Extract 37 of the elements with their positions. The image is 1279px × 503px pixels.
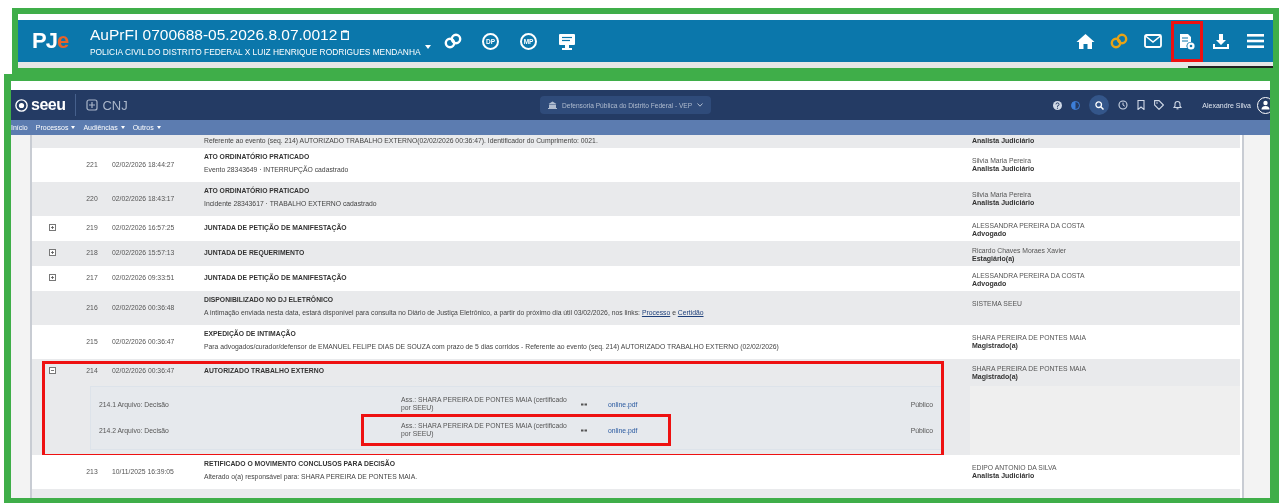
person-icon [1261,100,1270,110]
search-icon [1094,100,1104,110]
search-button[interactable] [1089,95,1110,115]
expand-icon[interactable] [48,249,56,256]
building-icon [548,101,557,109]
download-icon[interactable] [1212,32,1230,50]
home-icon[interactable] [1075,33,1095,49]
case-parties: POLICIA CIVIL DO DISTRITO FEDERAL X LUIZ HENRIQUE RODRIGUES MENDANHA [90,46,421,57]
org-name: CNJ [102,97,128,113]
menu-icon[interactable] [1246,34,1264,48]
caret-icon[interactable] [424,44,431,49]
pje-logo[interactable]: PJe [32,28,90,54]
link-icon[interactable] [443,33,462,49]
chain-link-icon [581,402,587,406]
collapse-icon[interactable] [48,367,56,374]
target-icon[interactable] [15,98,28,112]
caret-icon [71,126,76,129]
chevron-icon [697,103,704,107]
caret-icon [156,126,161,129]
mail-icon[interactable] [1144,34,1162,48]
emblem-icon [86,99,99,111]
app-logo[interactable]: seeu [31,96,66,114]
document-gear-icon[interactable] [1179,32,1195,50]
contrast-icon[interactable] [1071,100,1081,110]
bell-icon[interactable] [1173,100,1183,110]
history-icon[interactable] [1118,100,1129,110]
clipboard-icon[interactable] [341,29,350,40]
expand-icon[interactable] [48,224,56,231]
toolbar-button[interactable] [1171,20,1203,62]
case-title: AuPrFI 0700688-05.2026.8.07.0012 [90,25,338,44]
caret-icon [120,126,125,129]
tag-icon[interactable] [1154,100,1165,110]
bookmark-icon[interactable] [1137,100,1146,110]
monitor-icon[interactable] [557,32,576,50]
chain-link-icon [581,428,587,432]
help-icon[interactable] [1053,100,1063,110]
expand-icon[interactable] [48,274,56,281]
